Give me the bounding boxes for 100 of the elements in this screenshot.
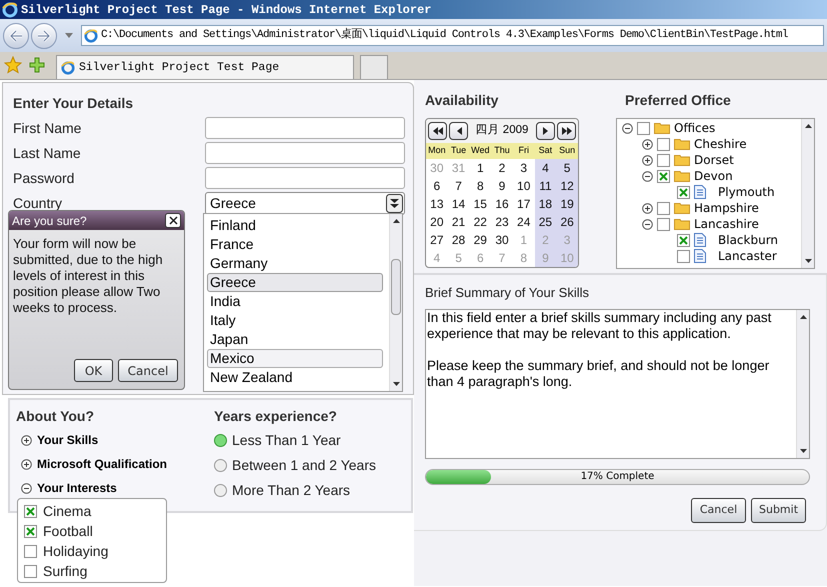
- calendar-day[interactable]: 29: [469, 231, 492, 249]
- checkbox[interactable]: [637, 122, 650, 134]
- dropdown-option[interactable]: Japan: [207, 330, 383, 349]
- summary-field[interactable]: In this field enter a brief skills summary including any past experience that may be relevant to this application. Please keep the summary brief, and should not be longer than 4 paragraph's long.: [425, 308, 810, 458]
- calendar-day[interactable]: 28: [448, 231, 470, 249]
- tree-item[interactable]: Hampshire: [694, 199, 759, 217]
- expand-icon[interactable]: [642, 154, 653, 166]
- radio-label[interactable]: More Than 2 Years: [232, 480, 350, 501]
- calendar-day[interactable]: 22: [469, 213, 492, 231]
- radio-button[interactable]: [214, 434, 227, 447]
- scroll-thumb[interactable]: [391, 259, 401, 315]
- radio-button[interactable]: [214, 459, 227, 472]
- calendar-day[interactable]: 12: [556, 177, 578, 195]
- close-button[interactable]: [165, 213, 181, 228]
- checkbox[interactable]: [657, 218, 670, 230]
- calendar-day[interactable]: 23: [491, 213, 513, 231]
- calendar-day[interactable]: 3: [512, 159, 535, 177]
- checkbox-label[interactable]: Football: [43, 520, 93, 542]
- next-month-button[interactable]: [536, 122, 555, 140]
- dropdown-caret-icon[interactable]: [65, 33, 73, 38]
- dropdown-option[interactable]: Italy: [207, 311, 383, 330]
- checkbox[interactable]: [24, 524, 37, 538]
- scroll-up-icon[interactable]: [805, 124, 812, 128]
- accordion-header[interactable]: Your Interests: [37, 479, 117, 497]
- dropdown-option[interactable]: Mexico: [207, 349, 383, 368]
- tree-item[interactable]: Plymouth: [718, 183, 775, 201]
- dropdown-option[interactable]: France: [207, 235, 383, 254]
- calendar-day[interactable]: 24: [512, 213, 535, 231]
- calendar-day[interactable]: 10: [512, 177, 535, 195]
- calendar-day[interactable]: 8: [469, 177, 492, 195]
- scrollbar[interactable]: [801, 119, 814, 268]
- dialog-button[interactable]: Cancel: [118, 359, 178, 382]
- add-favorite-icon[interactable]: [28, 56, 46, 74]
- tree-item[interactable]: Offices: [674, 119, 716, 137]
- calendar-day[interactable]: 16: [491, 195, 513, 213]
- dropdown-option[interactable]: New Zealand: [207, 368, 383, 387]
- form-button[interactable]: Cancel: [691, 498, 746, 522]
- scroll-down-icon[interactable]: [800, 448, 807, 452]
- calendar-day[interactable]: 4: [534, 159, 556, 177]
- dropdown-option[interactable]: Greece: [207, 273, 383, 292]
- calendar-day[interactable]: 5: [556, 159, 578, 177]
- checkbox[interactable]: [677, 186, 690, 198]
- new-tab-button[interactable]: [360, 55, 388, 79]
- dropdown-icon[interactable]: [386, 194, 403, 212]
- back-button[interactable]: [3, 22, 29, 48]
- dropdown-option[interactable]: Germany: [207, 254, 383, 273]
- calendar-day[interactable]: 26: [556, 213, 578, 231]
- expand-icon[interactable]: [642, 138, 653, 150]
- calendar-day[interactable]: 11: [534, 177, 556, 195]
- checkbox-label[interactable]: Surfing: [43, 560, 88, 582]
- country-select[interactable]: Greece: [205, 192, 405, 214]
- calendar-day[interactable]: 1: [469, 159, 492, 177]
- accordion-header[interactable]: Microsoft Qualification: [37, 455, 168, 473]
- calendar-day[interactable]: 27: [426, 231, 448, 249]
- calendar-day[interactable]: 6: [426, 177, 448, 195]
- calendar-day[interactable]: 20: [426, 213, 448, 231]
- checkbox[interactable]: [24, 504, 37, 518]
- radio-button[interactable]: [214, 484, 227, 497]
- calendar-day[interactable]: 21: [448, 213, 470, 231]
- calendar-day[interactable]: 25: [534, 213, 556, 231]
- address-field[interactable]: C:\Documents and Settings\Administrator\桌面\liquid\Liquid Controls 4.3\Examples\Forms Demo\ClientBin\TestPage.html: [81, 25, 824, 46]
- checkbox[interactable]: [24, 544, 37, 558]
- previous-year-button[interactable]: [428, 122, 447, 140]
- expand-icon[interactable]: [21, 434, 32, 446]
- checkbox[interactable]: [657, 154, 670, 166]
- collapse-icon[interactable]: [642, 218, 653, 230]
- radio-label[interactable]: Less Than 1 Year: [232, 430, 341, 451]
- checkbox-label[interactable]: Holidaying: [43, 540, 108, 562]
- expand-icon[interactable]: [642, 202, 653, 214]
- browser-tab[interactable]: Silverlight Project Test Page: [56, 55, 354, 79]
- tree-item[interactable]: Lancashire: [694, 215, 759, 233]
- calendar-day[interactable]: 18: [534, 195, 556, 213]
- radio-label[interactable]: Between 1 and 2 Years: [232, 455, 376, 476]
- checkbox-label[interactable]: Cinema: [43, 500, 92, 522]
- scroll-down-icon[interactable]: [393, 382, 400, 386]
- scroll-up-icon[interactable]: [800, 314, 807, 318]
- tree-item[interactable]: Lancaster: [718, 247, 777, 265]
- checkbox[interactable]: [657, 138, 670, 150]
- accordion-header[interactable]: Your Skills: [37, 431, 98, 449]
- calendar-day[interactable]: 7: [448, 177, 470, 195]
- tree-item[interactable]: Cheshire: [694, 135, 747, 153]
- forward-button[interactable]: [31, 22, 57, 48]
- expand-icon[interactable]: [21, 458, 32, 470]
- collapse-icon[interactable]: [622, 122, 633, 134]
- calendar-day[interactable]: 9: [491, 177, 513, 195]
- form-button[interactable]: Submit: [751, 498, 806, 522]
- tree-item[interactable]: Blackburn: [718, 231, 778, 249]
- dialog-button[interactable]: OK: [74, 359, 113, 382]
- favorites-star-icon[interactable]: [4, 56, 22, 74]
- checkbox[interactable]: [657, 170, 670, 182]
- calendar-day[interactable]: 19: [556, 195, 578, 213]
- dropdown-option[interactable]: Finland: [207, 216, 383, 235]
- calendar-day[interactable]: 17: [512, 195, 535, 213]
- checkbox[interactable]: [677, 250, 690, 262]
- checkbox[interactable]: [677, 234, 690, 246]
- input-field[interactable]: [205, 117, 405, 139]
- tree-item[interactable]: Dorset: [694, 151, 734, 169]
- scrollbar[interactable]: [796, 310, 809, 458]
- checkbox[interactable]: [657, 202, 670, 214]
- dropdown-option[interactable]: India: [207, 292, 383, 311]
